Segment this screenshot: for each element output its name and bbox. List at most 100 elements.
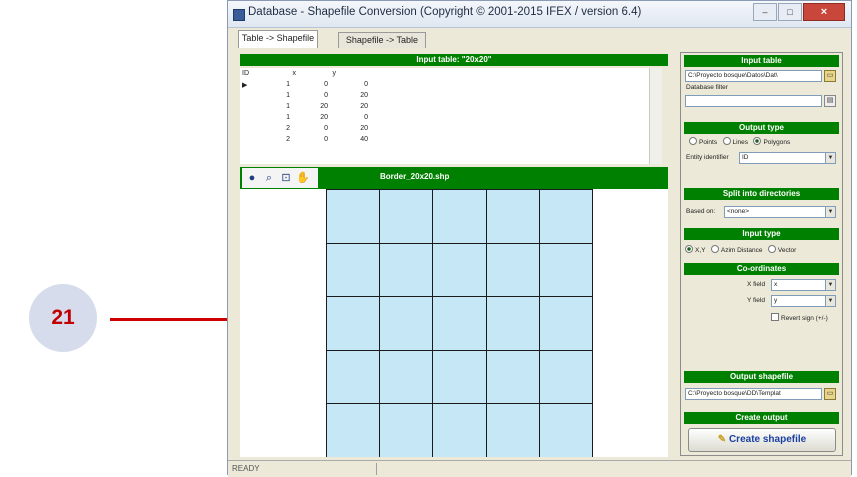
output-type-title: Output type [684, 122, 839, 134]
grid-polygon [485, 296, 540, 351]
chevron-down-icon: ▼ [825, 207, 835, 217]
grid-polygon [326, 242, 381, 298]
table-cell: 2 [286, 136, 290, 143]
tab-bar: Table -> Shapefile Shapefile -> Table [228, 28, 851, 48]
grid-polygon [538, 189, 593, 244]
minimize-button[interactable]: – [753, 3, 777, 21]
output-path-field[interactable]: C:\Proyecto bosque\DD\Templat [685, 388, 822, 400]
grid-polygon [538, 349, 593, 405]
radio-xy[interactable]: X,Y [685, 245, 705, 254]
close-button[interactable]: × [803, 3, 845, 21]
radio-vector[interactable]: Vector [767, 245, 796, 254]
options-panel: Input table C:\Proyecto bosque\Datos\Dat… [680, 52, 843, 456]
based-on-label: Based on: [686, 208, 716, 215]
table-cell: 2 [286, 125, 290, 132]
browse-output-button[interactable]: ▭ [824, 388, 836, 400]
radio-lines[interactable]: Lines [722, 137, 748, 146]
xfield-label: X field [747, 281, 766, 288]
coords-title: Co-ordinates [684, 263, 839, 275]
table-cell: 0 [364, 81, 368, 88]
split-title: Split into directories [684, 188, 839, 200]
zoom-in-icon[interactable]: ⌕ [262, 171, 276, 185]
grid-polygon [485, 349, 540, 405]
revert-sign-checkbox[interactable]: Revert sign (+/-) [771, 313, 828, 322]
table-cell: 0 [324, 81, 328, 88]
map-canvas[interactable] [240, 189, 668, 457]
row-selector[interactable] [240, 101, 254, 112]
grid-polygon [485, 242, 540, 298]
row-selector[interactable] [240, 90, 254, 101]
grid-polygon [538, 242, 593, 298]
table-cell: 20 [360, 92, 368, 99]
grid-polygon [326, 296, 381, 351]
grid-polygon [326, 189, 381, 244]
map-toolbar: ● ⌕ ⊡ ✋ [242, 168, 318, 188]
tab-table-to-shapefile[interactable]: Table -> Shapefile [238, 30, 318, 48]
radio-points[interactable]: Points [689, 137, 717, 146]
yfield-select[interactable]: y ▼ [771, 295, 836, 307]
map-header: ● ⌕ ⊡ ✋ Border_20x20.shp [240, 167, 668, 189]
chevron-down-icon: ▼ [825, 280, 835, 290]
pan-icon[interactable]: ✋ [296, 171, 310, 185]
input-type-options: X,Y Azim Distance Vector [685, 245, 796, 254]
column-header-y[interactable]: y [298, 68, 338, 79]
maximize-button[interactable]: □ [778, 3, 802, 21]
entity-identifier-label: Entity identifier [686, 154, 729, 161]
table-cell: 1 [286, 81, 290, 88]
app-window: Database - Shapefile Conversion (Copyrig… [227, 0, 852, 477]
input-type-title: Input type [684, 228, 839, 240]
shapefile-icon: ✎ [717, 434, 727, 445]
column-header-id[interactable]: ID [240, 68, 260, 79]
output-shapefile-title: Output shapefile [684, 371, 839, 383]
table-cell: 0 [364, 114, 368, 121]
grid-polygon [538, 403, 593, 457]
column-header-x[interactable]: x [260, 68, 298, 79]
table-row[interactable]: 1 0 20 [240, 90, 370, 101]
chevron-down-icon: ▼ [825, 153, 835, 163]
callout-badge: 21 [29, 284, 97, 352]
table-header-row: ID x y [240, 68, 338, 79]
table-cell: 0 [324, 136, 328, 143]
table-cell: 20 [320, 114, 328, 121]
tab-shapefile-to-table[interactable]: Shapefile -> Table [338, 32, 426, 48]
grid-polygon [326, 403, 381, 457]
app-icon [233, 9, 245, 21]
based-on-select[interactable]: <none> ▼ [724, 206, 836, 218]
grid-polygon [432, 242, 487, 298]
db-filter-label: Database filter [686, 84, 728, 91]
grid-polygon [485, 403, 540, 457]
grid-polygon [432, 296, 487, 351]
table-row[interactable]: 1 20 0 [240, 112, 370, 123]
grid-polygon [326, 349, 381, 405]
table-cell: 1 [286, 103, 290, 110]
radio-azim-distance[interactable]: Azim Distance [710, 245, 762, 254]
row-selector[interactable] [240, 123, 254, 134]
create-shapefile-button[interactable]: ✎ Create shapefile [688, 428, 836, 452]
title-bar: Database - Shapefile Conversion (Copyrig… [228, 1, 851, 28]
grid-polygon [379, 349, 434, 405]
radio-polygons[interactable]: Polygons [753, 137, 790, 146]
zoom-extent-icon[interactable]: ⊡ [279, 171, 293, 185]
row-selector[interactable]: ▶ [240, 79, 254, 90]
table-scrollbar[interactable] [649, 68, 662, 164]
row-selector[interactable] [240, 112, 254, 123]
table-row[interactable]: ▶ 1 0 0 [240, 79, 370, 90]
data-table[interactable]: ID x y ▶ 1 0 0 1 0 20 1 20 20 1 20 0 2 0 20 2 0 40 [240, 68, 662, 164]
entity-identifier-select[interactable]: ID ▼ [739, 152, 836, 164]
row-selector[interactable] [240, 134, 254, 145]
table-row[interactable]: 2 0 20 [240, 123, 370, 134]
db-filter-field[interactable] [685, 95, 822, 107]
input-table-title: Input table [684, 55, 839, 67]
table-row[interactable]: 1 20 20 [240, 101, 370, 112]
output-type-options: Points Lines Polygons [689, 137, 790, 146]
globe-icon[interactable]: ● [245, 171, 259, 185]
table-cell: 20 [320, 103, 328, 110]
table-cell: 0 [324, 125, 328, 132]
window-title: Database - Shapefile Conversion (Copyrig… [248, 6, 642, 18]
table-row[interactable]: 2 0 40 [240, 134, 370, 145]
status-bar: READY [228, 460, 851, 477]
xfield-select[interactable]: x ▼ [771, 279, 836, 291]
browse-input-button[interactable]: ▭ [824, 70, 836, 82]
input-path-field[interactable]: C:\Proyecto bosque\Datos\Dat\ [685, 70, 822, 82]
filter-button[interactable]: ▤ [824, 95, 836, 107]
